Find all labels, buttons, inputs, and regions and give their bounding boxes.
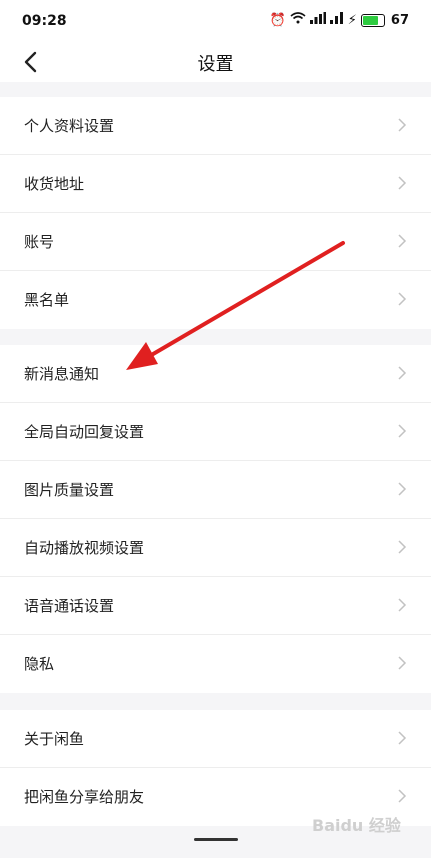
settings-row-voice-call[interactable]: 语音通话设置 [0,577,431,635]
chevron-right-icon [398,540,407,554]
charging-icon: ⚡ [347,12,357,28]
chevron-right-icon [398,234,407,248]
nav-bar: 设置 [0,42,431,82]
chevron-right-icon [398,366,407,380]
chevron-right-icon [398,424,407,438]
home-indicator[interactable] [194,838,238,841]
settings-group-account: 个人资料设置 收货地址 账号 黑名单 [0,97,431,329]
signal-icon [309,12,326,28]
alarm-icon: ⏰ [269,12,286,28]
row-label: 把闲鱼分享给朋友 [24,788,145,806]
settings-row-image-quality[interactable]: 图片质量设置 [0,461,431,519]
settings-row-privacy[interactable]: 隐私 [0,635,431,693]
settings-row-blacklist[interactable]: 黑名单 [0,271,431,329]
settings-row-notifications[interactable]: 新消息通知 [0,345,431,403]
row-label: 全局自动回复设置 [24,423,145,441]
chevron-right-icon [398,789,407,803]
row-label: 个人资料设置 [24,117,115,135]
watermark-logo: Baidu 经验 [312,816,401,835]
chevron-right-icon [398,292,407,306]
status-time: 09:28 [22,13,67,29]
wifi-icon [290,12,306,28]
chevron-right-icon [398,176,407,190]
status-bar: 09:28 ⏰ ⚡ 67 [0,0,431,42]
chevron-right-icon [398,482,407,496]
settings-group-about: 关于闲鱼 把闲鱼分享给朋友 [0,710,431,826]
battery-level: 67 [390,12,409,28]
row-label: 新消息通知 [24,365,100,383]
settings-row-profile[interactable]: 个人资料设置 [0,97,431,155]
row-label: 自动播放视频设置 [24,539,145,557]
row-label: 账号 [24,233,55,251]
status-icons: ⏰ ⚡ 67 [270,12,409,28]
settings-row-account[interactable]: 账号 [0,213,431,271]
settings-group-preferences: 新消息通知 全局自动回复设置 图片质量设置 自动播放视频设置 语音通话设置 隐私 [0,345,431,693]
row-label: 图片质量设置 [24,481,115,499]
row-label: 关于闲鱼 [24,730,85,748]
chevron-right-icon [398,731,407,745]
chevron-right-icon [398,598,407,612]
signal-2-icon [329,12,344,28]
row-label: 隐私 [24,655,55,673]
row-label: 收货地址 [24,175,85,193]
settings-row-auto-reply[interactable]: 全局自动回复设置 [0,403,431,461]
chevron-right-icon [398,118,407,132]
chevron-right-icon [398,656,407,670]
settings-row-about[interactable]: 关于闲鱼 [0,710,431,768]
row-label: 语音通话设置 [24,597,115,615]
settings-row-autoplay-video[interactable]: 自动播放视频设置 [0,519,431,577]
battery-icon [360,13,385,27]
settings-row-address[interactable]: 收货地址 [0,155,431,213]
row-label: 黑名单 [24,291,70,309]
page-title: 设置 [197,54,234,75]
